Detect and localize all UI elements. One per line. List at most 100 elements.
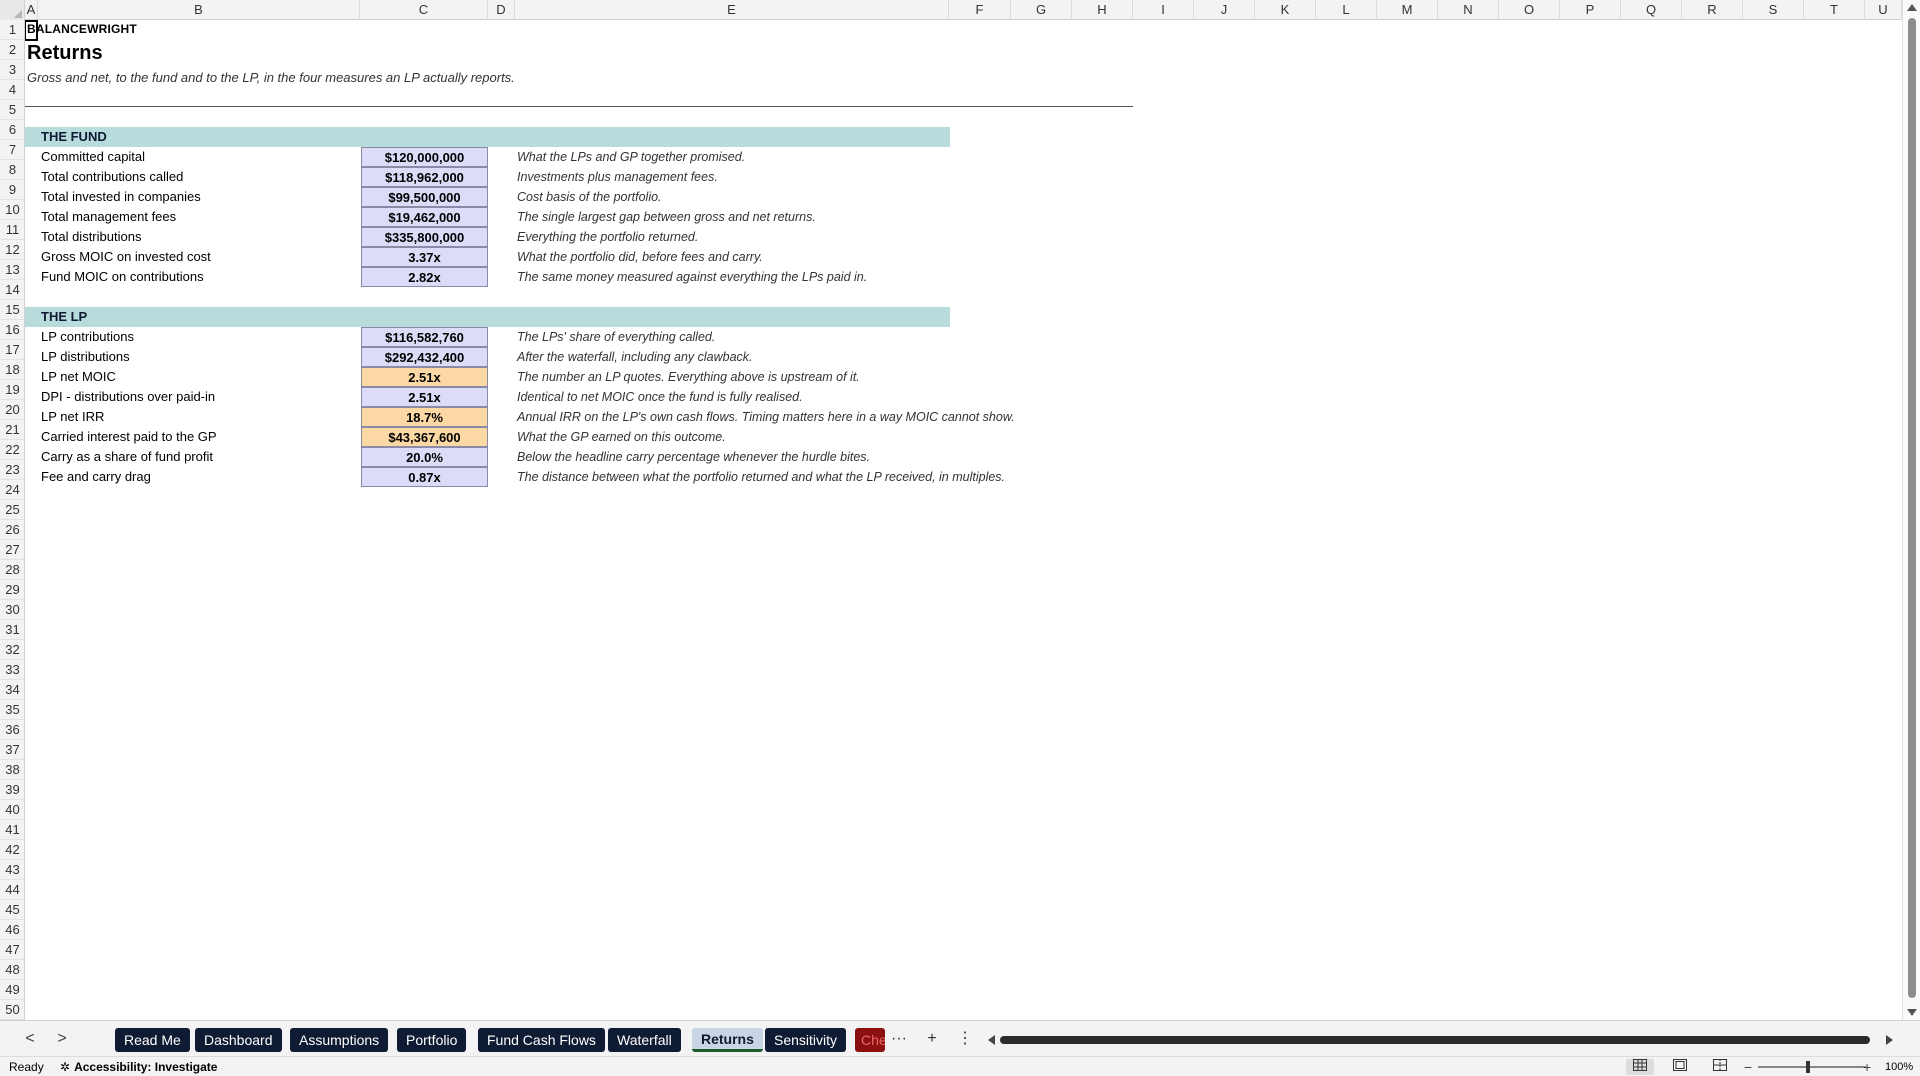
metric-value[interactable]: 18.7% bbox=[361, 407, 488, 427]
tab-returns[interactable]: Returns bbox=[692, 1028, 763, 1052]
column-header-h[interactable]: H bbox=[1072, 0, 1133, 20]
tab-sensitivity[interactable]: Sensitivity bbox=[765, 1028, 847, 1052]
row-header-34[interactable]: 34 bbox=[0, 680, 24, 700]
row-header-45[interactable]: 45 bbox=[0, 900, 24, 920]
tab-portfolio[interactable]: Portfolio bbox=[397, 1028, 467, 1052]
zoom-slider-thumb[interactable] bbox=[1806, 1061, 1810, 1073]
row-header-14[interactable]: 14 bbox=[0, 280, 24, 300]
row-header-35[interactable]: 35 bbox=[0, 700, 24, 720]
horizontal-scroll-thumb[interactable] bbox=[1000, 1036, 1870, 1044]
column-header-i[interactable]: I bbox=[1133, 0, 1194, 20]
scroll-right-arrow-icon[interactable] bbox=[1886, 1035, 1893, 1045]
row-header-50[interactable]: 50 bbox=[0, 1000, 24, 1020]
row-header-39[interactable]: 39 bbox=[0, 780, 24, 800]
row-header-38[interactable]: 38 bbox=[0, 760, 24, 780]
row-header-33[interactable]: 33 bbox=[0, 660, 24, 680]
column-header-o[interactable]: O bbox=[1499, 0, 1560, 20]
column-header-e[interactable]: E bbox=[515, 0, 949, 20]
row-header-32[interactable]: 32 bbox=[0, 640, 24, 660]
column-header-c[interactable]: C bbox=[360, 0, 488, 20]
row-header-26[interactable]: 26 bbox=[0, 520, 24, 540]
row-header-9[interactable]: 9 bbox=[0, 180, 24, 200]
row-header-15[interactable]: 15 bbox=[0, 300, 24, 320]
tab-waterfall[interactable]: Waterfall bbox=[608, 1028, 681, 1052]
accessibility-status[interactable]: ✲ Accessibility: Investigate bbox=[60, 1057, 217, 1076]
row-header-16[interactable]: 16 bbox=[0, 320, 24, 340]
row-header-12[interactable]: 12 bbox=[0, 240, 24, 260]
column-header-l[interactable]: L bbox=[1316, 0, 1377, 20]
row-header-40[interactable]: 40 bbox=[0, 800, 24, 820]
row-header-31[interactable]: 31 bbox=[0, 620, 24, 640]
row-header-22[interactable]: 22 bbox=[0, 440, 24, 460]
row-header-23[interactable]: 23 bbox=[0, 460, 24, 480]
horizontal-scrollbar[interactable] bbox=[988, 1035, 1893, 1045]
metric-value[interactable]: 2.82x bbox=[361, 267, 488, 287]
row-header-28[interactable]: 28 bbox=[0, 560, 24, 580]
column-header-d[interactable]: D bbox=[488, 0, 515, 20]
add-sheet-icon[interactable]: + bbox=[921, 1027, 943, 1051]
zoom-in-icon[interactable]: + bbox=[1863, 1057, 1871, 1076]
metric-value[interactable]: 3.37x bbox=[361, 247, 488, 267]
column-header-q[interactable]: Q bbox=[1621, 0, 1682, 20]
row-header-49[interactable]: 49 bbox=[0, 980, 24, 1000]
column-header-m[interactable]: M bbox=[1377, 0, 1438, 20]
metric-value[interactable]: $116,582,760 bbox=[361, 327, 488, 347]
metric-value[interactable]: 2.51x bbox=[361, 387, 488, 407]
column-header-g[interactable]: G bbox=[1011, 0, 1072, 20]
row-header-4[interactable]: 4 bbox=[0, 80, 24, 100]
column-header-s[interactable]: S bbox=[1743, 0, 1804, 20]
metric-value[interactable]: $43,367,600 bbox=[361, 427, 488, 447]
select-all-corner[interactable] bbox=[0, 0, 25, 20]
row-header-30[interactable]: 30 bbox=[0, 600, 24, 620]
vertical-scrollbar[interactable] bbox=[1902, 0, 1920, 1020]
column-header-n[interactable]: N bbox=[1438, 0, 1499, 20]
row-header-10[interactable]: 10 bbox=[0, 200, 24, 220]
column-header-f[interactable]: F bbox=[949, 0, 1011, 20]
column-header-p[interactable]: P bbox=[1560, 0, 1621, 20]
row-header-11[interactable]: 11 bbox=[0, 220, 24, 240]
row-header-48[interactable]: 48 bbox=[0, 960, 24, 980]
row-header-25[interactable]: 25 bbox=[0, 500, 24, 520]
metric-value[interactable]: $335,800,000 bbox=[361, 227, 488, 247]
row-header-13[interactable]: 13 bbox=[0, 260, 24, 280]
row-header-47[interactable]: 47 bbox=[0, 940, 24, 960]
row-header-27[interactable]: 27 bbox=[0, 540, 24, 560]
row-header-8[interactable]: 8 bbox=[0, 160, 24, 180]
zoom-slider[interactable] bbox=[1758, 1066, 1866, 1068]
row-header-46[interactable]: 46 bbox=[0, 920, 24, 940]
scroll-up-arrow-icon[interactable] bbox=[1907, 4, 1917, 11]
metric-value[interactable]: $19,462,000 bbox=[361, 207, 488, 227]
metric-value[interactable]: $99,500,000 bbox=[361, 187, 488, 207]
metric-value[interactable]: 2.51x bbox=[361, 367, 488, 387]
column-header-j[interactable]: J bbox=[1194, 0, 1255, 20]
row-header-18[interactable]: 18 bbox=[0, 360, 24, 380]
row-header-2[interactable]: 2 bbox=[0, 40, 24, 60]
row-header-19[interactable]: 19 bbox=[0, 380, 24, 400]
vertical-scroll-thumb[interactable] bbox=[1908, 18, 1916, 998]
tab-fund-cash-flows[interactable]: Fund Cash Flows bbox=[478, 1028, 605, 1052]
next-sheet-button[interactable]: > bbox=[50, 1027, 74, 1051]
normal-view-icon[interactable] bbox=[1626, 1059, 1654, 1075]
row-header-5[interactable]: 5 bbox=[0, 100, 24, 120]
tab-dashboard[interactable]: Dashboard bbox=[195, 1028, 282, 1052]
row-header-37[interactable]: 37 bbox=[0, 740, 24, 760]
row-header-42[interactable]: 42 bbox=[0, 840, 24, 860]
sheet-grid[interactable]: BALANCEWRIGHT Returns Gross and net, to … bbox=[25, 20, 1902, 1020]
column-header-t[interactable]: T bbox=[1804, 0, 1865, 20]
column-header-k[interactable]: K bbox=[1255, 0, 1316, 20]
scroll-down-arrow-icon[interactable] bbox=[1907, 1009, 1917, 1016]
zoom-out-icon[interactable]: − bbox=[1744, 1057, 1752, 1076]
metric-value[interactable]: 0.87x bbox=[361, 467, 488, 487]
metric-value[interactable]: $120,000,000 bbox=[361, 147, 488, 167]
previous-sheet-button[interactable]: < bbox=[18, 1027, 42, 1051]
sheet-options-icon[interactable]: ⋮ bbox=[954, 1027, 976, 1051]
row-header-3[interactable]: 3 bbox=[0, 60, 24, 80]
row-header-29[interactable]: 29 bbox=[0, 580, 24, 600]
page-layout-icon[interactable] bbox=[1666, 1059, 1694, 1075]
zoom-level[interactable]: 100% bbox=[1885, 1057, 1913, 1076]
page-break-icon[interactable] bbox=[1706, 1059, 1734, 1075]
row-header-44[interactable]: 44 bbox=[0, 880, 24, 900]
row-header-20[interactable]: 20 bbox=[0, 400, 24, 420]
row-header-6[interactable]: 6 bbox=[0, 120, 24, 140]
row-header-21[interactable]: 21 bbox=[0, 420, 24, 440]
